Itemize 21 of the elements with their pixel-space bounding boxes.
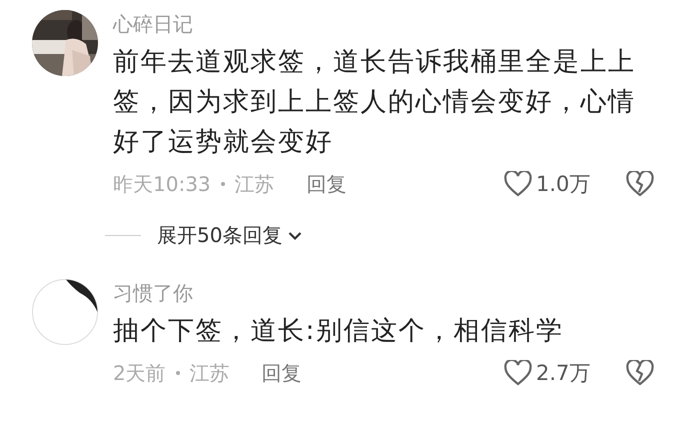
broken-heart-icon[interactable]: [626, 360, 654, 386]
expand-replies-button[interactable]: 展开50条回复: [157, 222, 302, 249]
heart-icon[interactable]: [504, 171, 532, 197]
comment-text: 抽个下签，道长:别信这个，相信科学: [113, 315, 564, 348]
like-count: 2.7万: [536, 360, 592, 387]
comment-time: 昨天10:33: [113, 170, 211, 198]
comment-time: 2天前: [113, 360, 166, 386]
comment-location: 江苏: [190, 360, 230, 386]
comment-text: 前年去道观求签，道长告诉我桶里全是上上签，因为求到上上签人的心情会变好，心情好了运势就会变好: [113, 46, 636, 159]
username[interactable]: 习惯了你: [113, 279, 193, 307]
chevron-down-icon: [288, 230, 302, 240]
avatar: [32, 279, 98, 345]
reply-button[interactable]: 回复: [262, 360, 302, 386]
separator-dot: [220, 182, 225, 186]
comment-location: 江苏: [234, 170, 275, 198]
username[interactable]: 心碎日记: [113, 10, 193, 38]
reply-button[interactable]: 回复: [306, 170, 347, 198]
like-count: 1.0万: [536, 171, 592, 198]
separator-dot: [176, 371, 180, 375]
broken-heart-icon[interactable]: [626, 171, 654, 197]
heart-icon[interactable]: [504, 360, 532, 386]
